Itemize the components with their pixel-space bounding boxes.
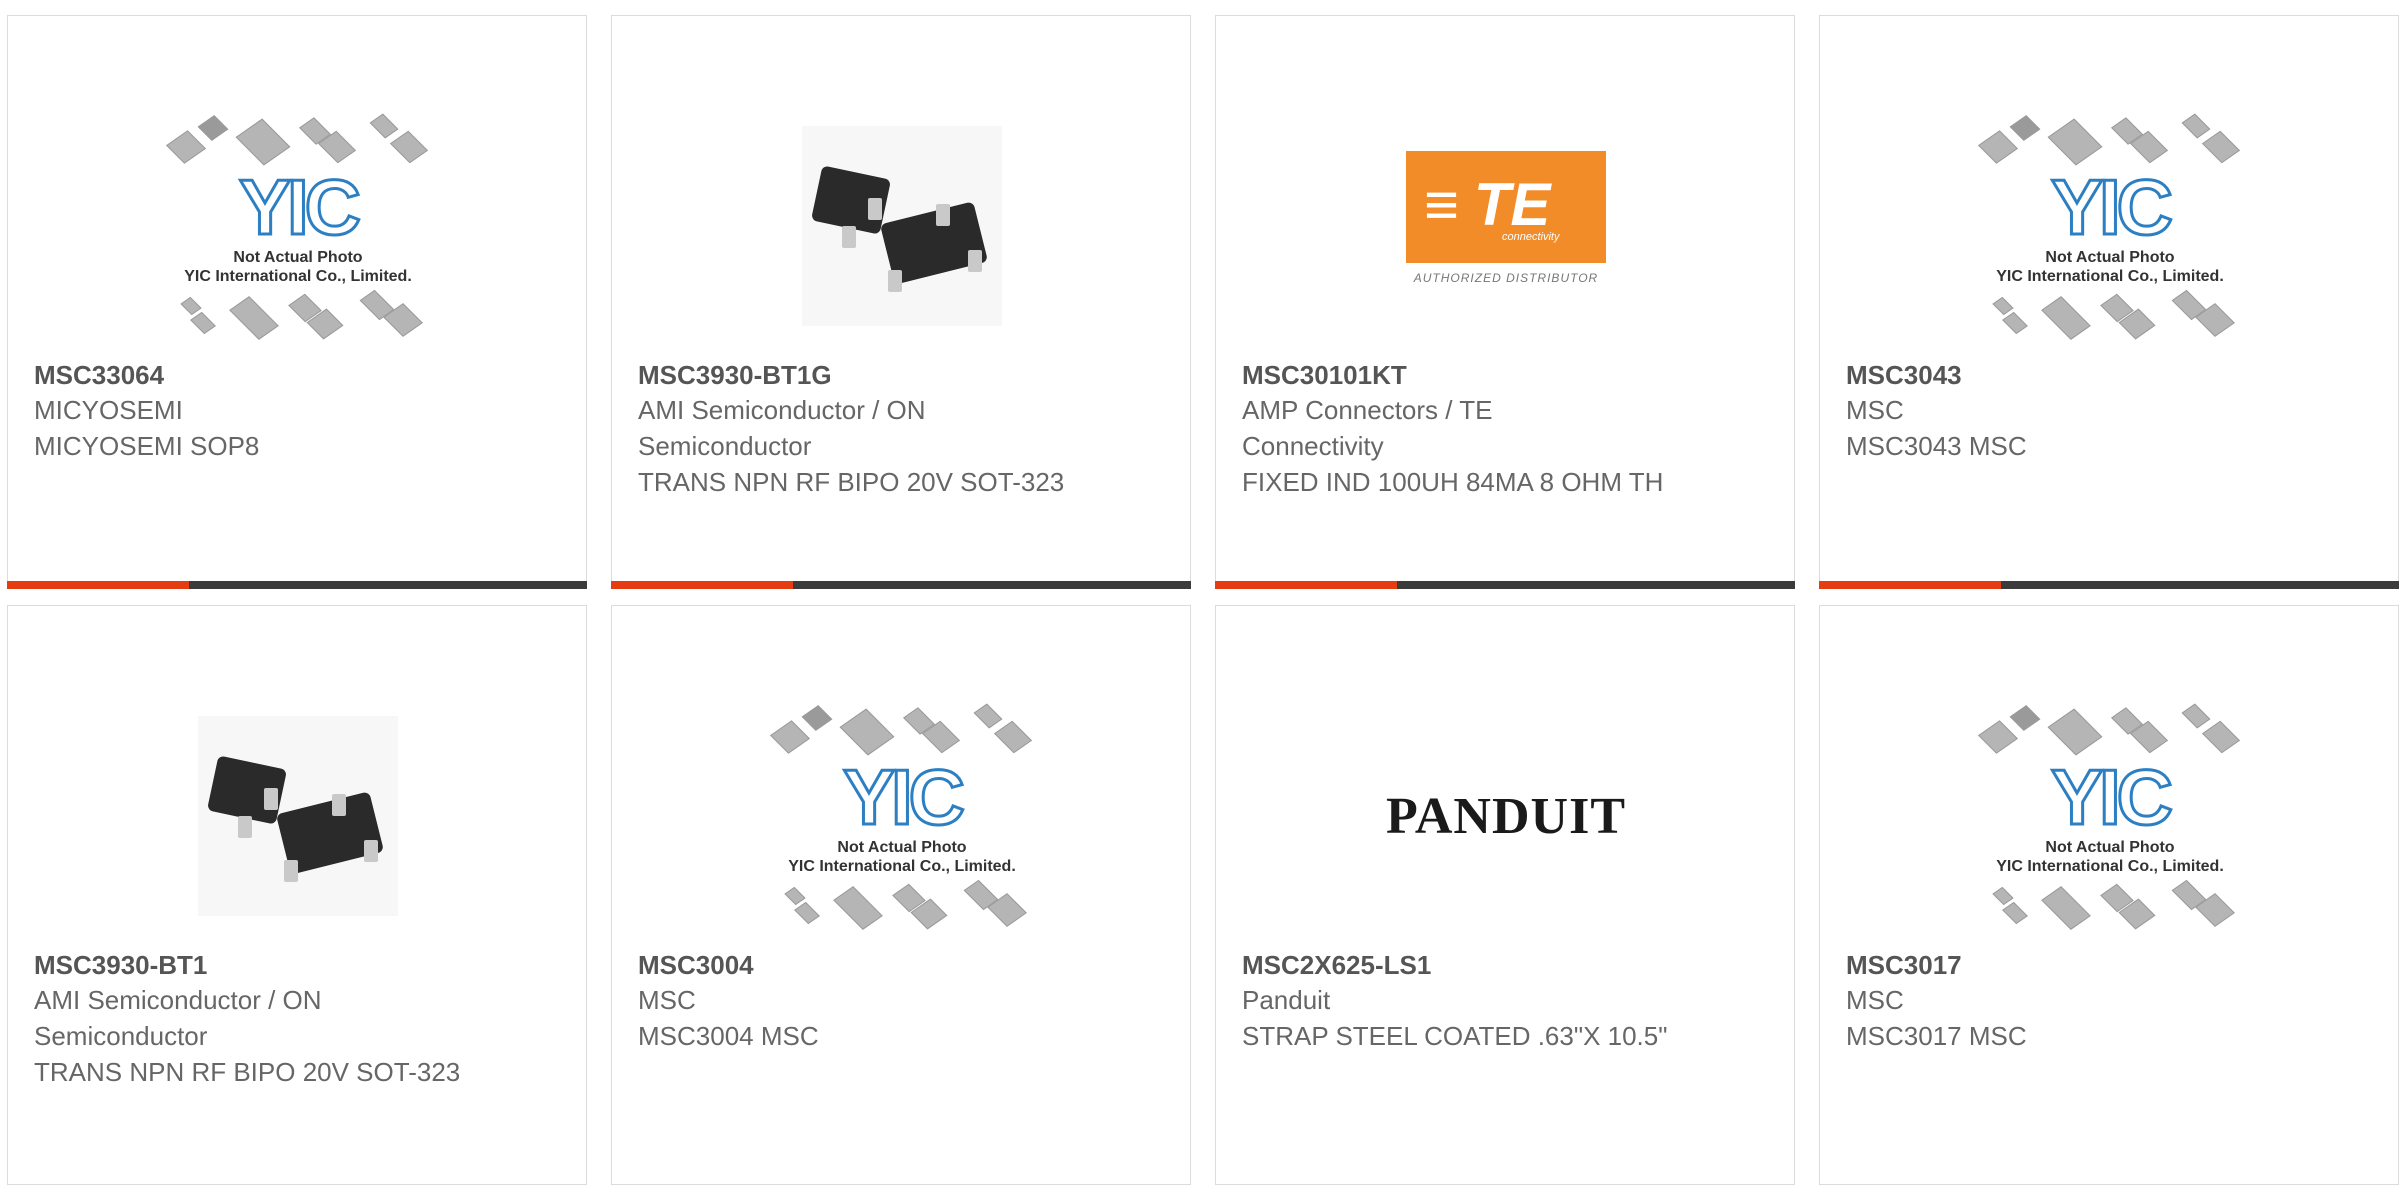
product-info: MSC3043 MSC MSC3043 MSC [1846,358,2316,464]
product-card[interactable]: YIC Not Actual Photo YIC International C… [1819,15,2399,589]
placeholder-caption: Not Actual Photo YIC International Co., … [1996,249,2224,285]
part-number[interactable]: MSC3930-BT1G [638,358,1108,392]
card-footer-bar [611,581,1191,589]
part-number[interactable]: MSC2X625-LS1 [1242,948,1712,982]
manufacturer: MSC [1846,395,1904,425]
description: MSC3017 MSC [1846,1021,2027,1051]
product-image[interactable]: YIC Not Actual Photo YIC International C… [1970,96,2250,356]
manufacturer: AMI Semiconductor / ON Semiconductor [34,985,322,1051]
chip-icons [163,289,433,344]
placeholder-caption: Not Actual Photo YIC International Co., … [184,249,412,285]
manufacturer: MSC [1846,985,1904,1015]
te-logo-mark: ≡ TE [1424,171,1551,238]
yic-logo: YIC [2049,163,2174,251]
te-connectivity-logo: ≡ TE connectivity AUTHORIZED DISTRIBUTOR [1406,151,1606,301]
chip-icons [1975,113,2245,166]
product-grid: YIC Not Actual Photo YIC International C… [0,0,2400,1185]
product-image[interactable]: ≡ TE connectivity AUTHORIZED DISTRIBUTOR [1366,96,1646,356]
product-card[interactable]: PANDUIT MSC2X625-LS1 Panduit STRAP STEEL… [1215,605,1795,1185]
product-info: MSC33064 MICYOSEMI MICYOSEMI SOP8 [34,358,504,464]
part-number[interactable]: MSC3004 [638,948,1108,982]
card-footer-bar [1819,581,2399,589]
product-info: MSC30101KT AMP Connectors / TE Connectiv… [1242,358,1712,500]
part-number[interactable]: MSC30101KT [1242,358,1712,392]
product-image[interactable]: YIC Not Actual Photo YIC International C… [1970,686,2250,946]
card-footer-bar [7,581,587,589]
yic-logo: YIC [2049,753,2174,841]
chip-icons [1975,289,2245,344]
manufacturer: AMP Connectors / TE Connectivity [1242,395,1493,461]
part-number[interactable]: MSC3017 [1846,948,2316,982]
product-info: MSC3017 MSC MSC3017 MSC [1846,948,2316,1054]
chip-icons [163,113,433,166]
product-info: MSC3930-BT1G AMI Semiconductor / ON Semi… [638,358,1108,500]
chip-icons [1975,703,2245,756]
description: STRAP STEEL COATED .63"X 10.5" [1242,1021,1668,1051]
chip-icons [767,879,1037,934]
panduit-logo: PANDUIT [1385,787,1627,845]
product-info: MSC2X625-LS1 Panduit STRAP STEEL COATED … [1242,948,1712,1054]
yic-placeholder-image: YIC Not Actual Photo YIC International C… [1975,696,2245,936]
product-card[interactable]: YIC Not Actual Photo YIC International C… [1819,605,2399,1185]
part-number[interactable]: MSC3930-BT1 [34,948,504,982]
product-info: MSC3930-BT1 AMI Semiconductor / ON Semic… [34,948,504,1090]
chip-icons [1975,879,2245,934]
yic-logo: YIC [841,753,966,841]
yic-placeholder-image: YIC Not Actual Photo YIC International C… [1975,106,2245,346]
product-image[interactable] [158,686,438,946]
description: MSC3004 MSC [638,1021,819,1051]
manufacturer: Panduit [1242,985,1331,1015]
placeholder-caption: Not Actual Photo YIC International Co., … [788,839,1016,875]
product-card[interactable]: ≡ TE connectivity AUTHORIZED DISTRIBUTOR… [1215,15,1795,589]
description: MSC3043 MSC [1846,431,2027,461]
yic-placeholder-image: YIC Not Actual Photo YIC International C… [163,106,433,346]
yic-placeholder-image: YIC Not Actual Photo YIC International C… [767,696,1037,936]
description: MICYOSEMI SOP8 [34,431,260,461]
part-number[interactable]: MSC3043 [1846,358,2316,392]
yic-logo: YIC [237,163,362,251]
placeholder-caption: Not Actual Photo YIC International Co., … [1996,839,2224,875]
product-card[interactable]: YIC Not Actual Photo YIC International C… [611,605,1191,1185]
manufacturer: AMI Semiconductor / ON Semiconductor [638,395,926,461]
authorized-distributor-label: AUTHORIZED DISTRIBUTOR [1413,271,1599,285]
product-image[interactable]: YIC Not Actual Photo YIC International C… [762,686,1042,946]
description: FIXED IND 100UH 84MA 8 OHM TH [1242,467,1664,497]
card-footer-bar [1215,581,1795,589]
transistor-photo [802,126,1002,326]
description: TRANS NPN RF BIPO 20V SOT-323 [638,467,1065,497]
manufacturer: MICYOSEMI [34,395,183,425]
product-image[interactable]: YIC Not Actual Photo YIC International C… [158,96,438,356]
product-card[interactable]: MSC3930-BT1 AMI Semiconductor / ON Semic… [7,605,587,1185]
part-number[interactable]: MSC33064 [34,358,504,392]
product-image[interactable]: PANDUIT [1366,686,1646,946]
manufacturer: MSC [638,985,696,1015]
description: TRANS NPN RF BIPO 20V SOT-323 [34,1057,461,1087]
product-image[interactable] [762,96,1042,356]
product-card[interactable]: MSC3930-BT1G AMI Semiconductor / ON Semi… [611,15,1191,589]
product-info: MSC3004 MSC MSC3004 MSC [638,948,1108,1054]
product-card[interactable]: YIC Not Actual Photo YIC International C… [7,15,587,589]
chip-icons [767,703,1037,756]
transistor-photo [198,716,398,916]
